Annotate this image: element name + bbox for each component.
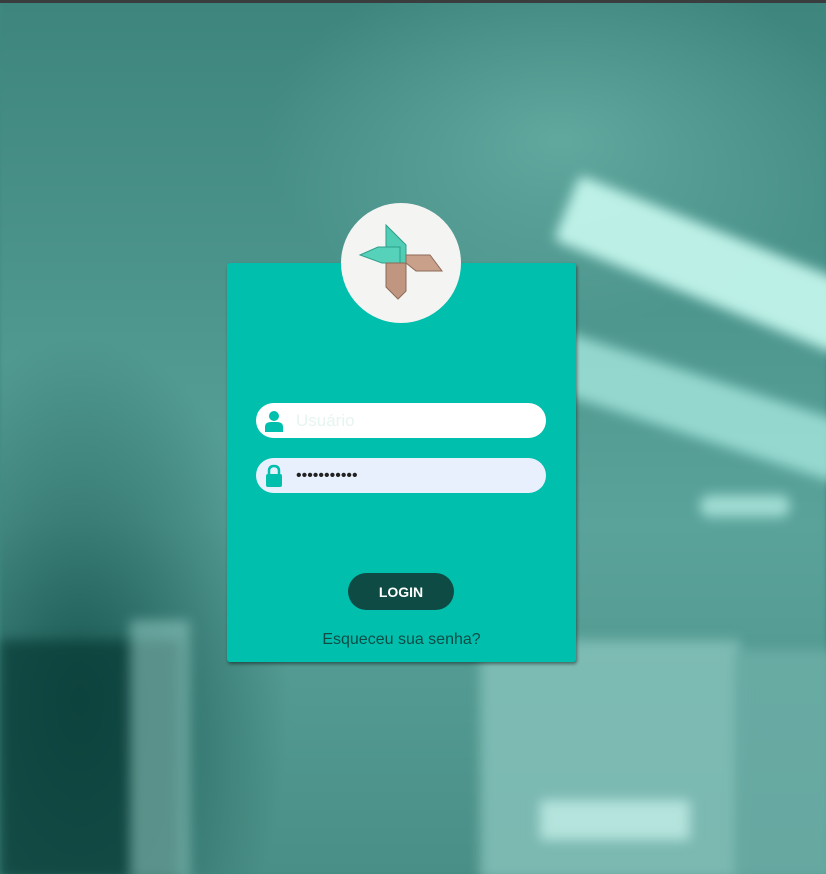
password-input[interactable] [296,466,526,485]
lock-icon [264,464,284,488]
login-button[interactable]: LOGIN [348,573,454,610]
password-field[interactable] [256,458,546,493]
top-border [0,0,826,3]
pinwheel-logo-icon [358,223,443,300]
forgot-password-link[interactable]: Esqueceu sua senha? [227,631,576,649]
background-shelf [540,800,690,840]
background-wall [735,650,826,874]
background-pillar [130,620,190,874]
user-icon [264,409,284,433]
username-field[interactable] [256,403,546,438]
logo [341,203,461,323]
background-ceiling-light [700,495,790,517]
username-input[interactable] [296,410,526,431]
login-page: LOGIN Esqueceu sua senha? [0,0,826,874]
